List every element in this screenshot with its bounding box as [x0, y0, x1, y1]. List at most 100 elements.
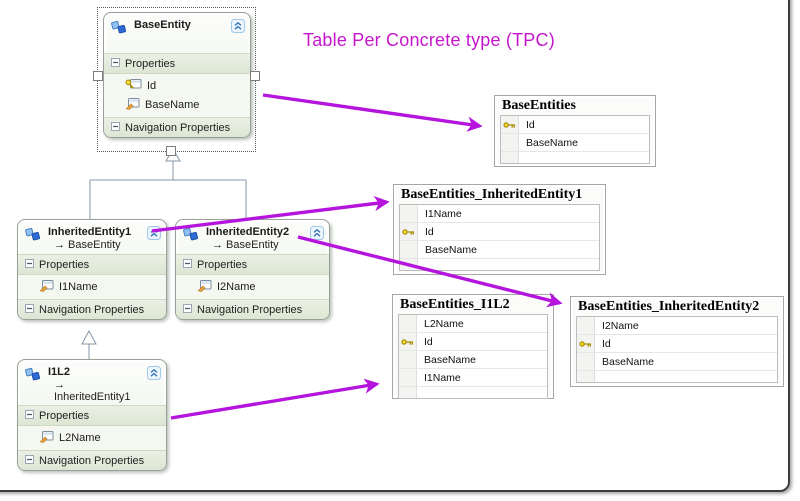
navigation-section-header[interactable]: Navigation Properties [104, 117, 250, 137]
entity-title: InheritedEntity1 [48, 226, 132, 238]
section-label: Properties [39, 409, 90, 422]
property-L2Name[interactable]: L2Name [18, 428, 166, 447]
property-Id[interactable]: Id [104, 76, 250, 95]
entity-title: BaseEntity [134, 19, 191, 31]
navigation-section-header[interactable]: Navigation Properties [18, 299, 166, 319]
table-grid: I2Name Id BaseName [576, 316, 778, 383]
column-Id[interactable]: Id [577, 335, 777, 353]
property-icon [197, 279, 212, 295]
entity-header[interactable]: I1L2 → InheritedEntity1 [18, 360, 166, 405]
property-list: I1Name [18, 275, 166, 299]
column-Id[interactable]: Id [399, 333, 547, 351]
minus-expander-icon[interactable] [111, 121, 120, 134]
minus-expander-icon[interactable] [25, 454, 34, 467]
property-BaseName[interactable]: BaseName [104, 95, 250, 114]
column-name: I1Name [424, 371, 461, 384]
property-name: I1Name [59, 280, 98, 293]
blank-icon [399, 369, 417, 386]
properties-section-header[interactable]: Properties [176, 254, 329, 275]
table-BaseEntities_InheritedEntity2[interactable]: BaseEntities_InheritedEntity2 I2Name Id Bas… [570, 296, 784, 387]
entity-InheritedEntity2[interactable]: InheritedEntity2 → BaseEntity Properties I2… [175, 219, 330, 320]
minus-expander-icon[interactable] [25, 303, 34, 316]
inherits-arrow-icon: → [54, 379, 65, 391]
section-label: Properties [39, 258, 90, 271]
chevron-double-up-icon[interactable] [310, 226, 324, 243]
entity-header[interactable]: InheritedEntity1 → BaseEntity [18, 220, 166, 254]
property-name: L2Name [59, 431, 101, 444]
key-icon [399, 333, 417, 350]
column-BaseName[interactable]: BaseName [400, 241, 599, 259]
property-list: Id BaseName [104, 74, 250, 117]
properties-section-header[interactable]: Properties [18, 405, 166, 426]
table-title: BaseEntities_I1L2 [400, 297, 510, 312]
column-name: BaseName [425, 243, 477, 256]
property-list: I2Name [176, 275, 329, 299]
minus-expander-icon[interactable] [111, 57, 120, 70]
minus-expander-icon[interactable] [25, 409, 34, 422]
chevron-double-up-icon[interactable] [147, 366, 161, 383]
column-name: I2Name [602, 319, 639, 332]
column-Id[interactable]: Id [501, 116, 649, 134]
navigation-section-header[interactable]: Navigation Properties [18, 450, 166, 470]
column-BaseName[interactable]: BaseName [399, 351, 547, 369]
column-I2Name[interactable]: I2Name [577, 317, 777, 335]
column-name: Id [602, 337, 611, 350]
blank-icon [399, 315, 417, 332]
table-BaseEntities_I1L2[interactable]: BaseEntities_I1L2 L2Name Id BaseName I1Name [392, 294, 554, 399]
arrow-baseentity-to-baseentities [262, 93, 483, 132]
section-label: Navigation Properties [39, 454, 145, 467]
minus-expander-icon[interactable] [183, 303, 192, 316]
column-BaseName[interactable]: BaseName [501, 134, 649, 152]
section-label: Navigation Properties [197, 303, 303, 316]
entity-icon [183, 227, 200, 245]
diagram-title: Table Per Concrete type (TPC) [303, 30, 555, 50]
empty-row [400, 259, 599, 270]
column-I1Name[interactable]: I1Name [399, 369, 547, 387]
property-name: I2Name [217, 280, 256, 293]
property-I1Name[interactable]: I1Name [18, 277, 166, 296]
table-title: BaseEntities [502, 98, 576, 113]
table-BaseEntities[interactable]: BaseEntities Id BaseName [494, 95, 656, 167]
entity-I1L2[interactable]: I1L2 → InheritedEntity1 Properties L2Name Na… [17, 359, 167, 471]
entity-base-type: → InheritedEntity1 [54, 379, 131, 403]
property-name: Id [147, 79, 157, 92]
chevron-double-up-icon[interactable] [147, 226, 161, 243]
properties-section-header[interactable]: Properties [18, 254, 166, 275]
blank-icon [501, 134, 519, 151]
entity-header[interactable]: BaseEntity [104, 13, 250, 53]
resize-handle[interactable] [250, 71, 260, 81]
navigation-section-header[interactable]: Navigation Properties [176, 299, 329, 319]
entity-base-type: → BaseEntity [212, 239, 279, 251]
resize-handle[interactable] [166, 146, 176, 156]
entity-InheritedEntity1[interactable]: InheritedEntity1 → BaseEntity Properties I1… [17, 219, 167, 320]
entity-icon [111, 20, 128, 38]
blank-icon [400, 205, 418, 222]
property-icon [39, 279, 54, 295]
minus-expander-icon[interactable] [183, 258, 192, 271]
entity-header[interactable]: InheritedEntity2 → BaseEntity [176, 220, 329, 254]
column-BaseName[interactable]: BaseName [577, 353, 777, 371]
entity-BaseEntity[interactable]: BaseEntity Properties Id BaseName Navigation… [103, 12, 251, 138]
properties-section-header[interactable]: Properties [104, 53, 250, 74]
table-grid: Id BaseName [500, 115, 650, 164]
column-I1Name[interactable]: I1Name [400, 205, 599, 223]
property-I2Name[interactable]: I2Name [176, 277, 329, 296]
empty-row [399, 387, 547, 398]
section-label: Navigation Properties [39, 303, 145, 316]
resize-handle[interactable] [93, 71, 103, 81]
diagram-canvas: Table Per Concrete type (TPC) BaseEntity… [0, 0, 800, 501]
empty-row [501, 152, 649, 163]
column-name: Id [424, 335, 433, 348]
column-name: BaseName [526, 136, 578, 149]
property-list: L2Name [18, 426, 166, 450]
column-L2Name[interactable]: L2Name [399, 315, 547, 333]
column-Id[interactable]: Id [400, 223, 599, 241]
entity-icon [25, 367, 42, 385]
minus-expander-icon[interactable] [25, 258, 34, 271]
table-title: BaseEntities_InheritedEntity1 [401, 187, 583, 202]
table-BaseEntities_InheritedEntity1[interactable]: BaseEntities_InheritedEntity1 I1Name Id Bas… [393, 184, 606, 275]
section-label: Navigation Properties [125, 121, 231, 134]
chevron-double-up-icon[interactable] [231, 19, 245, 36]
inherits-arrow-icon: → [54, 239, 65, 251]
property-icon [39, 430, 54, 446]
